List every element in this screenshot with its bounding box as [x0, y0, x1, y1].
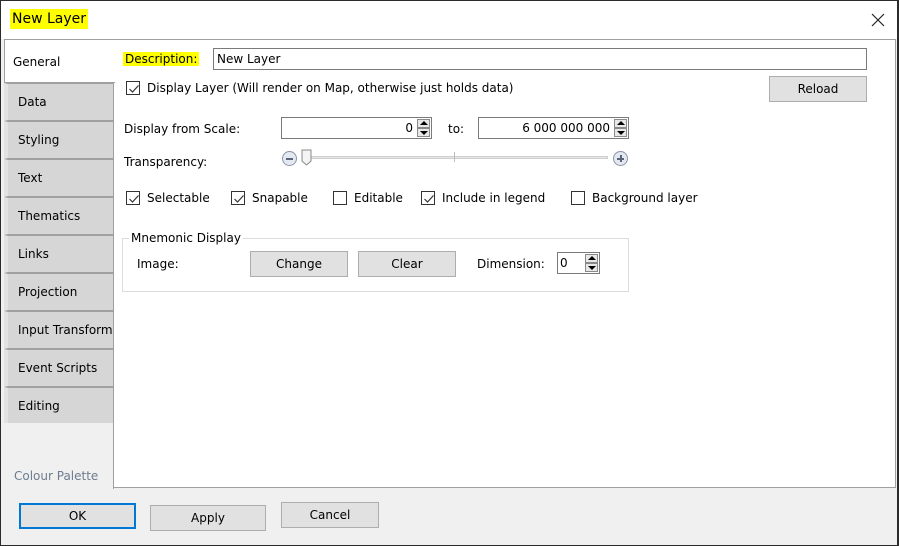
description-input[interactable]: New Layer: [213, 48, 867, 70]
slider-track: [306, 156, 608, 159]
transparency-label: Transparency:: [124, 155, 208, 169]
selectable-label: Selectable: [147, 191, 210, 205]
cancel-button[interactable]: Cancel: [281, 502, 379, 528]
apply-button[interactable]: Apply: [150, 505, 266, 531]
image-label: Image:: [137, 257, 179, 271]
tab-general[interactable]: General: [4, 39, 115, 83]
background-layer-checkbox[interactable]: Background layer: [571, 191, 698, 205]
slider-tick: [454, 152, 455, 162]
spin-up-icon[interactable]: [417, 119, 430, 128]
editable-checkbox[interactable]: Editable: [333, 191, 403, 205]
tab-label: Thematics: [18, 209, 81, 223]
dimension-label: Dimension:: [477, 257, 545, 271]
zoom-minus-icon[interactable]: [282, 151, 297, 166]
ok-button[interactable]: OK: [19, 503, 136, 529]
zoom-plus-icon[interactable]: [613, 151, 628, 166]
checkmark-icon: [129, 85, 139, 93]
dimension-spinner[interactable]: 0: [557, 252, 600, 274]
close-x-icon: [871, 13, 885, 27]
checkmark-icon: [234, 195, 244, 203]
new-layer-dialog: New Layer General Data Styling Text Them…: [0, 0, 899, 546]
tab-label: Editing: [18, 399, 60, 413]
display-layer-label: Display Layer (Will render on Map, other…: [147, 81, 514, 95]
tab-input-transform[interactable]: Input Transform: [4, 311, 114, 349]
tab-data[interactable]: Data: [4, 83, 114, 121]
editable-label: Editable: [354, 191, 403, 205]
clear-image-button[interactable]: Clear: [358, 251, 456, 277]
tab-links[interactable]: Links: [4, 235, 114, 273]
snapable-checkbox[interactable]: Snapable: [231, 191, 308, 205]
scale-to-value: 6 000 000 000: [522, 121, 610, 135]
tab-label: Links: [18, 247, 49, 261]
spin-down-icon[interactable]: [614, 128, 627, 137]
snapable-label: Snapable: [252, 191, 308, 205]
mnemonic-display-group: Mnemonic Display Image: Change Clear Dim…: [122, 231, 629, 292]
checkbox-box: [126, 191, 140, 205]
checkmark-icon: [424, 195, 434, 203]
spinner-arrows: [614, 119, 627, 137]
scale-label: Display from Scale:: [124, 122, 241, 136]
selectable-checkbox[interactable]: Selectable: [126, 191, 210, 205]
change-image-button[interactable]: Change: [250, 251, 348, 277]
scale-to-spinner[interactable]: 6 000 000 000: [478, 117, 629, 139]
close-button[interactable]: [865, 7, 891, 33]
tab-list: General Data Styling Text Thematics Link…: [4, 39, 115, 425]
spin-down-icon[interactable]: [417, 128, 430, 137]
tab-label: Projection: [18, 285, 78, 299]
dialog-body: General Data Styling Text Thematics Link…: [1, 39, 897, 545]
tab-styling[interactable]: Styling: [4, 121, 114, 159]
description-label: Description:: [123, 52, 200, 66]
tab-label: Event Scripts: [18, 361, 98, 375]
spin-up-icon[interactable]: [614, 119, 627, 128]
background-layer-label: Background layer: [592, 191, 698, 205]
window-title: New Layer: [10, 9, 89, 29]
tab-label: Data: [18, 95, 47, 109]
tab-label: General: [13, 55, 61, 69]
tab-label: Styling: [18, 133, 60, 147]
tab-label: Input Transform: [18, 323, 113, 337]
display-layer-checkbox[interactable]: Display Layer (Will render on Map, other…: [126, 81, 514, 95]
checkbox-box: [231, 191, 245, 205]
colour-palette-link[interactable]: Colour Palette: [14, 469, 98, 483]
spin-down-icon[interactable]: [585, 263, 598, 272]
tab-projection[interactable]: Projection: [4, 273, 114, 311]
scale-from-spinner[interactable]: 0: [281, 117, 432, 139]
checkbox-box: [421, 191, 435, 205]
title-bar: New Layer: [1, 1, 897, 39]
checkbox-box: [126, 81, 140, 95]
scale-from-value: 0: [405, 121, 413, 135]
checkmark-icon: [129, 195, 139, 203]
checkbox-box: [333, 191, 347, 205]
include-in-legend-checkbox[interactable]: Include in legend: [421, 191, 545, 205]
spinner-arrows: [417, 119, 430, 137]
spin-up-icon[interactable]: [585, 254, 598, 263]
tab-label: Text: [18, 171, 43, 185]
reload-button[interactable]: Reload: [769, 76, 867, 102]
tab-text[interactable]: Text: [4, 159, 114, 197]
include-in-legend-label: Include in legend: [442, 191, 546, 205]
general-panel: Description: New Layer Display Layer (Wi…: [113, 39, 896, 488]
dimension-value: 0: [560, 256, 568, 270]
spinner-arrows: [585, 254, 598, 272]
mnemonic-display-label: Mnemonic Display: [129, 231, 243, 245]
slider-thumb[interactable]: [301, 149, 312, 166]
tab-editing[interactable]: Editing: [4, 387, 114, 425]
checkbox-box: [571, 191, 585, 205]
tab-event-scripts[interactable]: Event Scripts: [4, 349, 114, 387]
transparency-slider[interactable]: [280, 148, 630, 168]
scale-to-label: to:: [448, 122, 465, 136]
tab-thematics[interactable]: Thematics: [4, 197, 114, 235]
